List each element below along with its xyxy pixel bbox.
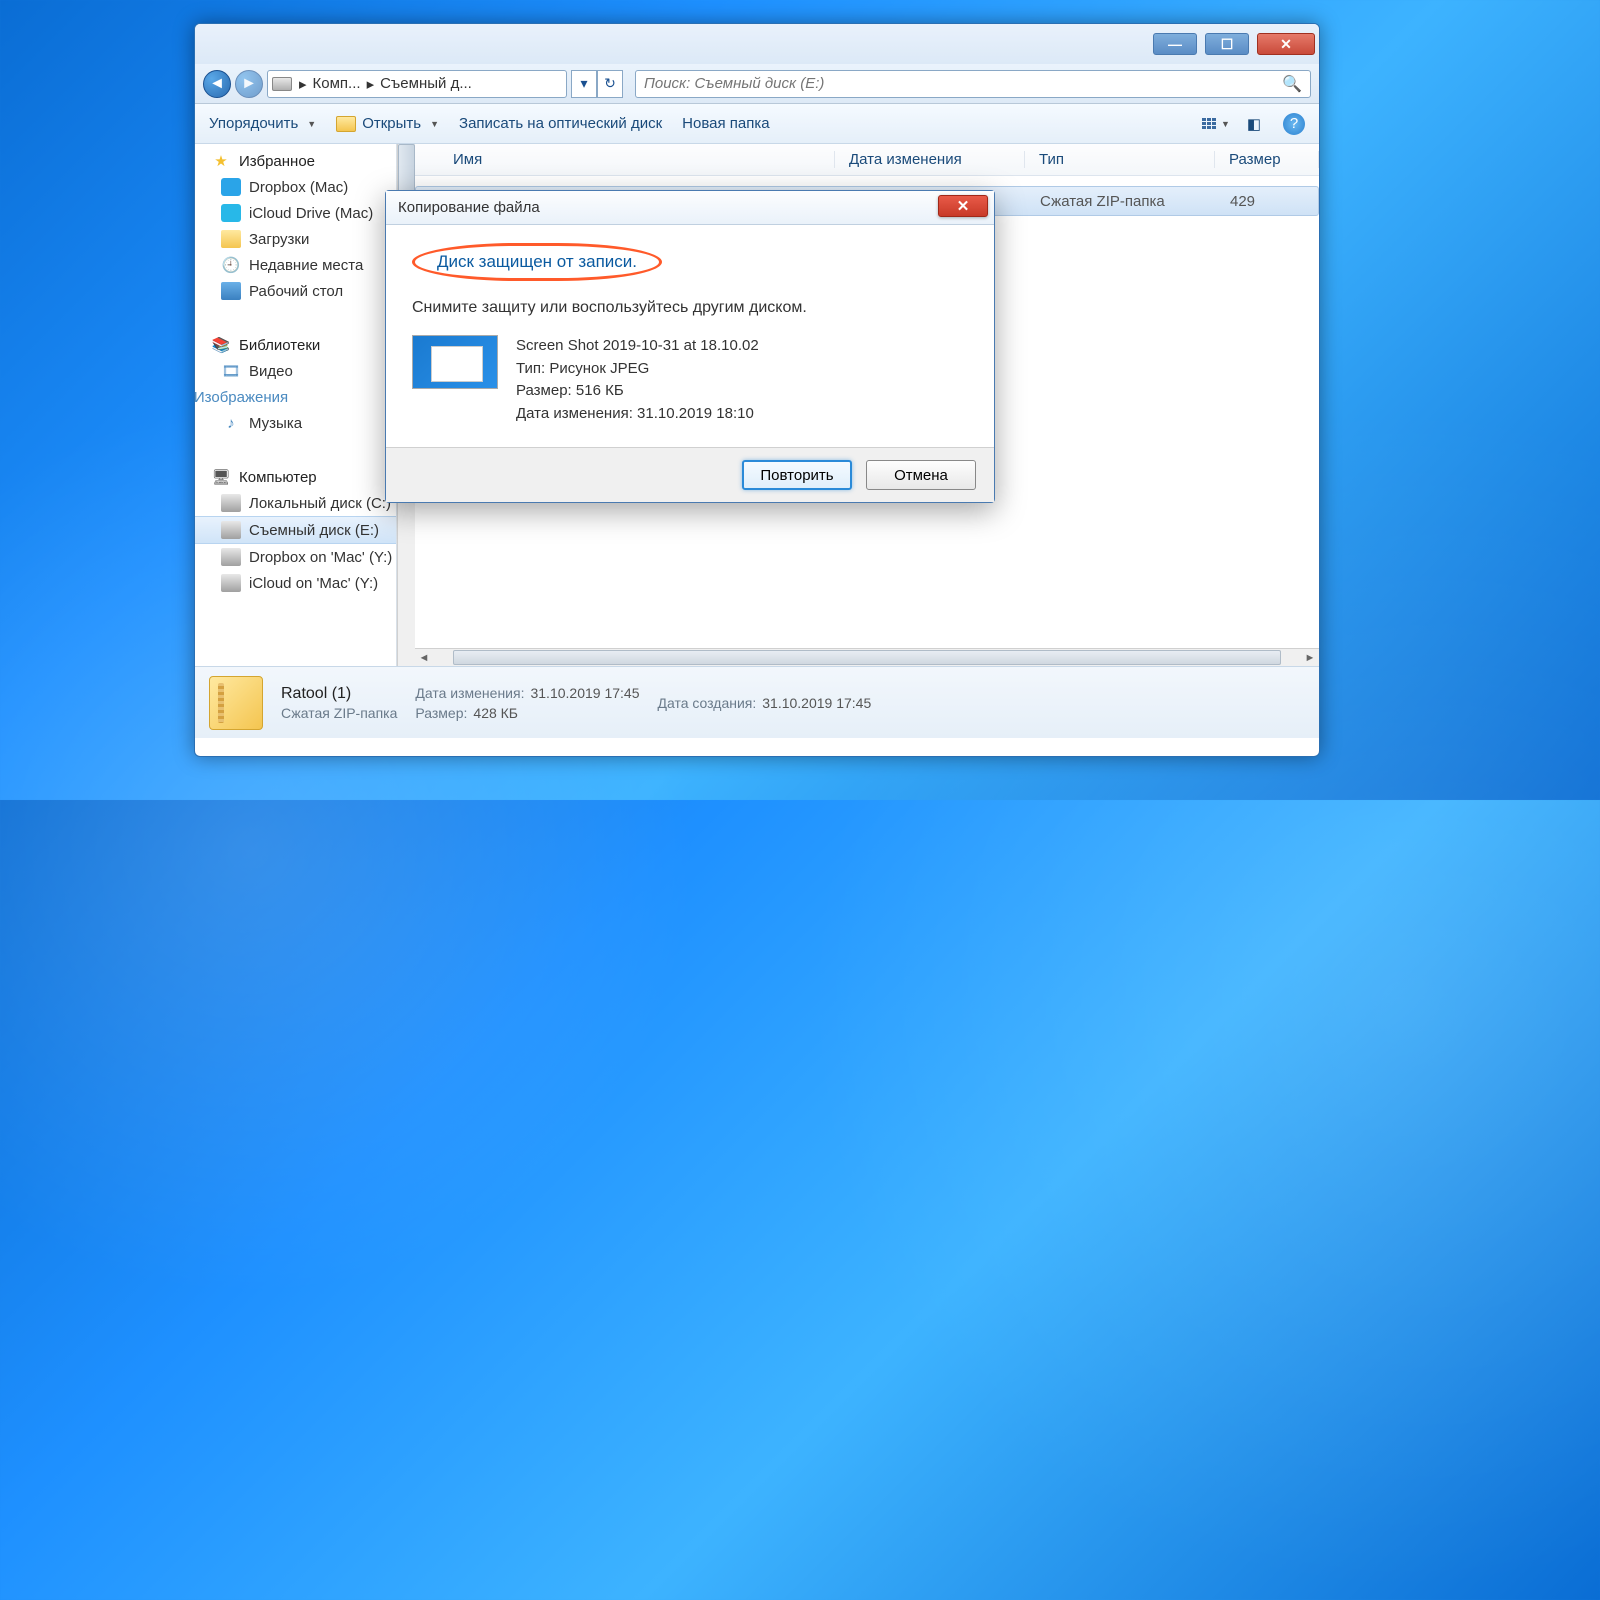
dropbox-icon <box>221 178 241 196</box>
column-type[interactable]: Тип <box>1025 151 1215 168</box>
search-box[interactable]: 🔍 <box>635 70 1311 98</box>
titlebar[interactable]: — ☐ ✕ <box>195 24 1319 64</box>
star-icon: ★ <box>211 152 231 170</box>
breadcrumb-segment[interactable]: Комп... <box>310 75 364 92</box>
navigation-pane: ★Избранное Dropbox (Mac) iCloud Drive (M… <box>195 144 397 666</box>
computer-group[interactable]: 🖥Компьютер <box>195 464 396 490</box>
sidebar-item-downloads[interactable]: Загрузки <box>195 226 396 252</box>
computer-icon: 🖥 <box>211 468 231 486</box>
dialog-buttons: Повторить Отмена <box>386 447 994 502</box>
dialog-instruction: Снимите защиту или воспользуйтесь другим… <box>412 299 968 317</box>
scrollbar-thumb[interactable] <box>453 650 1281 665</box>
command-bar: Упорядочить▼ Открыть▼ Записать на оптиче… <box>195 104 1319 144</box>
modified-value: 31.10.2019 17:45 <box>530 685 639 701</box>
column-name[interactable]: Имя <box>415 151 835 168</box>
file-thumbnail-icon <box>412 335 498 389</box>
dialog-file-size: Размер: 516 КБ <box>516 380 759 403</box>
dialog-title: Копирование файла <box>398 199 540 216</box>
size-label: Размер: <box>415 705 467 721</box>
modified-label: Дата изменения: <box>415 685 524 701</box>
view-mode-button[interactable]: ▼ <box>1207 115 1225 133</box>
selected-file-type: Сжатая ZIP-папка <box>281 705 397 721</box>
minimize-button[interactable]: — <box>1153 33 1197 55</box>
new-folder-button[interactable]: Новая папка <box>682 115 769 132</box>
drive-icon <box>272 77 292 91</box>
breadcrumb-segment[interactable]: Съемный д... <box>377 75 475 92</box>
sidebar-item-video[interactable]: 🎞Видео <box>195 358 396 384</box>
horizontal-scrollbar[interactable]: ◄ ► <box>415 648 1319 666</box>
chevron-right-icon[interactable]: ▸ <box>364 75 378 93</box>
file-thumbnail-icon <box>209 676 263 730</box>
close-button[interactable]: ✕ <box>1257 33 1315 55</box>
video-icon: 🎞 <box>221 362 241 380</box>
library-icon: 📚 <box>211 336 231 354</box>
dialog-close-button[interactable]: ✕ <box>938 195 988 217</box>
created-label: Дата создания: <box>657 695 756 711</box>
drive-icon <box>221 548 241 566</box>
favorites-group[interactable]: ★Избранное <box>195 148 396 174</box>
libraries-group[interactable]: 📚Библиотеки <box>195 332 396 358</box>
sidebar-item-documents[interactable]: 🖼Изображения <box>195 384 396 410</box>
folder-icon <box>336 116 356 132</box>
file-size: 429 <box>1216 193 1269 210</box>
navigation-bar: ◄ ► ▸ Комп... ▸ Съемный д... ▾ ↻ 🔍 <box>195 64 1319 104</box>
sidebar-item-recent[interactable]: 🕘Недавние места <box>195 252 396 278</box>
dialog-file-name: Screen Shot 2019-10-31 at 18.10.02 <box>516 335 759 358</box>
sidebar-item-local-disk[interactable]: Локальный диск (C:) <box>195 490 396 516</box>
organize-menu[interactable]: Упорядочить▼ <box>209 115 316 132</box>
dialog-titlebar[interactable]: Копирование файла ✕ <box>386 191 994 225</box>
dialog-file-info: Screen Shot 2019-10-31 at 18.10.02 Тип: … <box>412 335 968 425</box>
copy-error-dialog: Копирование файла ✕ Диск защищен от запи… <box>385 190 995 503</box>
help-button[interactable]: ? <box>1283 113 1305 135</box>
chevron-right-icon[interactable]: ▸ <box>296 75 310 93</box>
drive-icon <box>221 494 241 512</box>
file-type: Сжатая ZIP-папка <box>1026 193 1216 210</box>
history-dropdown[interactable]: ▾ <box>571 70 597 98</box>
retry-button[interactable]: Повторить <box>742 460 852 490</box>
burn-button[interactable]: Записать на оптический диск <box>459 115 662 132</box>
details-pane: Ratool (1) Сжатая ZIP-папка Дата изменен… <box>195 666 1319 738</box>
cancel-button[interactable]: Отмена <box>866 460 976 490</box>
dialog-error-message: Диск защищен от записи. <box>412 243 662 281</box>
maximize-button[interactable]: ☐ <box>1205 33 1249 55</box>
scroll-left-icon[interactable]: ◄ <box>415 652 433 664</box>
open-button[interactable]: Открыть▼ <box>336 115 439 132</box>
sidebar-item-removable-disk[interactable]: Съемный диск (E:) <box>195 516 396 544</box>
desktop-icon <box>221 282 241 300</box>
sidebar-item-icloud-net[interactable]: iCloud on 'Mac' (Y:) <box>195 570 396 596</box>
search-icon[interactable]: 🔍 <box>1282 74 1302 94</box>
dialog-file-type: Тип: Рисунок JPEG <box>516 358 759 381</box>
recent-icon: 🕘 <box>221 256 241 274</box>
size-value: 428 КБ <box>473 705 518 721</box>
drive-icon <box>221 574 241 592</box>
selected-file-name: Ratool (1) <box>281 685 397 703</box>
created-value: 31.10.2019 17:45 <box>762 695 871 711</box>
document-icon: 🖼Изображения <box>221 388 241 406</box>
sidebar-item-icloud[interactable]: iCloud Drive (Mac) <box>195 200 396 226</box>
column-headers: Имя Дата изменения Тип Размер <box>415 144 1319 176</box>
preview-pane-button[interactable]: ◧ <box>1245 115 1263 133</box>
back-button[interactable]: ◄ <box>203 70 231 98</box>
column-size[interactable]: Размер <box>1215 151 1319 168</box>
icloud-icon <box>221 204 241 222</box>
refresh-button[interactable]: ↻ <box>597 70 623 98</box>
scroll-right-icon[interactable]: ► <box>1301 652 1319 664</box>
music-icon: ♪ <box>221 414 241 432</box>
folder-icon <box>221 230 241 248</box>
search-input[interactable] <box>644 75 1282 92</box>
column-date[interactable]: Дата изменения <box>835 151 1025 168</box>
drive-icon <box>221 521 241 539</box>
sidebar-item-music[interactable]: ♪Музыка <box>195 410 396 436</box>
sidebar-item-dropbox-net[interactable]: Dropbox on 'Mac' (Y:) <box>195 544 396 570</box>
sidebar-item-desktop[interactable]: Рабочий стол <box>195 278 396 304</box>
address-bar[interactable]: ▸ Комп... ▸ Съемный д... <box>267 70 567 98</box>
forward-button[interactable]: ► <box>235 70 263 98</box>
sidebar-item-dropbox[interactable]: Dropbox (Mac) <box>195 174 396 200</box>
dialog-file-date: Дата изменения: 31.10.2019 18:10 <box>516 403 759 426</box>
